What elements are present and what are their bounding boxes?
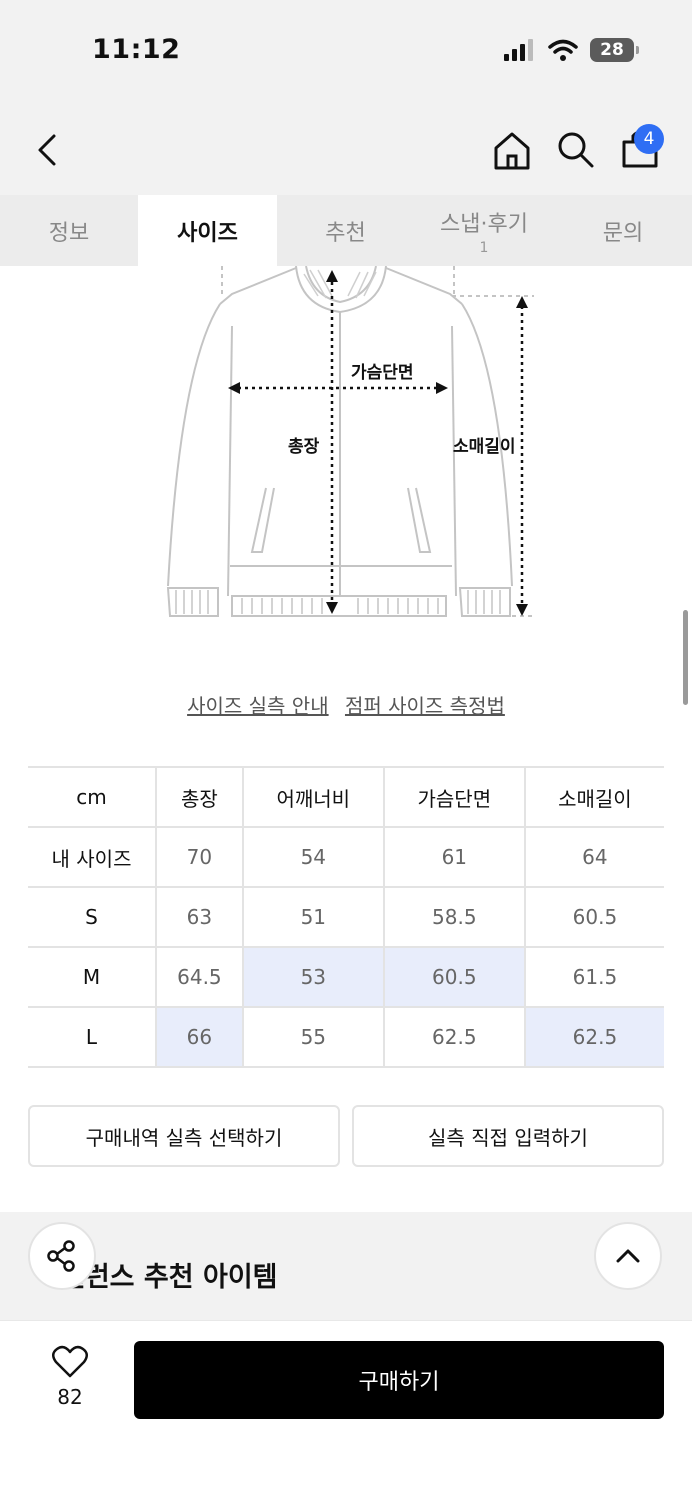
search-icon xyxy=(558,132,594,168)
search-button[interactable] xyxy=(554,128,598,172)
table-cell: 60.5 xyxy=(523,886,664,947)
table-row: 내 사이즈 70 54 61 64 xyxy=(28,826,664,887)
scroll-top-button[interactable] xyxy=(594,1222,662,1290)
total-length-label: 총장 xyxy=(288,437,320,457)
home-icon xyxy=(494,132,530,170)
table-cell: 61 xyxy=(382,826,525,887)
scrollbar[interactable] xyxy=(683,610,688,705)
table-row: S 63 51 58.5 60.5 xyxy=(28,886,664,947)
tab-bar: 정보 사이즈 추천 스냅·후기 1 문의 xyxy=(0,195,692,266)
table-header-row: cm 총장 어깨너비 가슴단면 소매길이 xyxy=(28,766,664,827)
size-table: cm 총장 어깨너비 가슴단면 소매길이 내 사이즈 70 54 61 64 S… xyxy=(28,766,664,1068)
battery-icon: 28 xyxy=(590,38,639,62)
home-button[interactable] xyxy=(490,128,534,172)
like-button[interactable]: 82 xyxy=(40,1345,100,1409)
share-icon xyxy=(47,1240,75,1272)
table-cell: L xyxy=(28,1006,156,1068)
table-cell: 62.5 xyxy=(382,1006,525,1068)
table-row: L 66 55 62.5 62.5 xyxy=(28,1006,664,1068)
table-cell: 64 xyxy=(523,826,664,887)
status-bar: 11:12 28 xyxy=(0,0,692,100)
chevron-left-icon xyxy=(38,134,56,166)
table-cell-highlighted: 66 xyxy=(155,1006,243,1068)
enter-measurements-button[interactable]: 실측 직접 입력하기 xyxy=(352,1105,664,1167)
tab-label: 정보 xyxy=(48,220,90,246)
tab-review-count: 1 xyxy=(479,239,489,256)
tab-label: 스냅·후기 xyxy=(440,211,528,237)
tab-recommend[interactable]: 추천 xyxy=(277,195,414,266)
table-cell: 63 xyxy=(155,886,243,947)
size-guide-links: 사이즈 실측 안내 점퍼 사이즈 측정법 xyxy=(0,690,692,719)
table-cell-highlighted: 53 xyxy=(241,946,384,1007)
buy-button[interactable]: 구매하기 xyxy=(134,1341,664,1419)
sleeve-length-label: 소매길이 xyxy=(453,437,516,457)
size-diagram: 가슴단면 총장 소매길이 xyxy=(0,266,692,666)
table-cell-highlighted: 62.5 xyxy=(523,1006,664,1068)
back-button[interactable] xyxy=(28,128,68,172)
table-cell: 70 xyxy=(155,826,243,887)
table-cell: 58.5 xyxy=(382,886,525,947)
table-cell: 64.5 xyxy=(155,946,243,1007)
jacket-illustration xyxy=(166,266,534,617)
status-time: 11:12 xyxy=(92,34,181,65)
table-row: M 64.5 53 60.5 61.5 xyxy=(28,946,664,1007)
table-cell: 51 xyxy=(241,886,384,947)
table-cell: S xyxy=(28,886,156,947)
status-icons: 28 xyxy=(504,38,639,62)
chevron-up-icon xyxy=(616,1249,640,1263)
like-count: 82 xyxy=(57,1385,83,1409)
table-header: 총장 xyxy=(155,766,243,827)
heart-icon xyxy=(52,1345,88,1378)
wifi-icon xyxy=(548,39,578,61)
share-button[interactable] xyxy=(28,1222,96,1290)
size-guide-link[interactable]: 사이즈 실측 안내 xyxy=(187,694,329,718)
table-cell: M xyxy=(28,946,156,1007)
table-header: cm xyxy=(28,766,156,827)
table-cell: 61.5 xyxy=(523,946,664,1007)
table-header: 소매길이 xyxy=(523,766,664,827)
cart-count-badge: 4 xyxy=(634,124,664,154)
tab-label: 추천 xyxy=(325,220,366,246)
tab-label: 문의 xyxy=(602,220,644,246)
tab-size[interactable]: 사이즈 xyxy=(138,195,277,266)
tab-label: 사이즈 xyxy=(177,220,238,246)
table-cell: 55 xyxy=(241,1006,384,1068)
tab-reviews[interactable]: 스냅·후기 1 xyxy=(414,195,554,266)
tab-inquiry[interactable]: 문의 xyxy=(554,195,692,266)
table-cell-highlighted: 60.5 xyxy=(382,946,525,1007)
table-header: 어깨너비 xyxy=(241,766,384,827)
table-cell: 내 사이즈 xyxy=(28,826,156,887)
select-from-history-button[interactable]: 구매내역 실측 선택하기 xyxy=(28,1105,340,1167)
battery-level: 28 xyxy=(600,40,624,60)
tab-info[interactable]: 정보 xyxy=(0,195,138,266)
table-cell: 54 xyxy=(241,826,384,887)
signal-icon xyxy=(504,39,533,61)
measure-guide-link[interactable]: 점퍼 사이즈 측정법 xyxy=(345,694,505,718)
table-header: 가슴단면 xyxy=(382,766,525,827)
chest-width-label: 가슴단면 xyxy=(351,363,414,383)
